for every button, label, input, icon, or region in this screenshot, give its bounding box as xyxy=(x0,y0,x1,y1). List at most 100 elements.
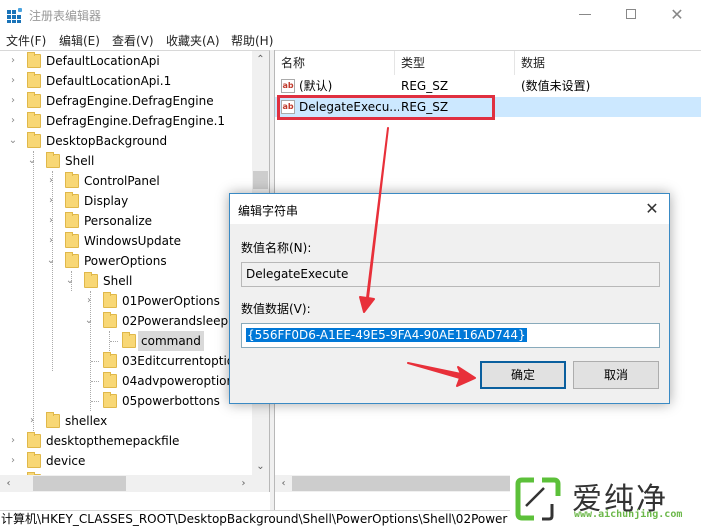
tree-item-label: DesktopBackground xyxy=(46,134,168,148)
tree-item[interactable]: › 01PowerOptions xyxy=(0,291,250,311)
menu-file[interactable]: 文件(F) xyxy=(6,32,46,49)
folder-icon xyxy=(65,252,79,268)
column-header-name[interactable]: 名称 xyxy=(275,51,395,75)
folder-icon xyxy=(103,312,117,328)
cancel-button[interactable]: 取消 xyxy=(573,361,659,389)
tree-item-label: DefaultLocationApi.1 xyxy=(46,74,172,88)
column-header-data[interactable]: 数据 xyxy=(515,51,701,75)
string-value-icon: ab xyxy=(281,79,295,93)
tree-item[interactable]: › ControlPanel xyxy=(0,171,250,191)
value-data-label: 数值数据(V): xyxy=(241,302,311,316)
chevron-down-icon[interactable]: ⌄ xyxy=(84,311,94,331)
chevron-right-icon[interactable]: › xyxy=(46,231,56,251)
chevron-right-icon[interactable]: › xyxy=(8,431,18,451)
folder-icon xyxy=(27,72,41,88)
registry-editor-icon xyxy=(7,8,22,23)
tree-item-label: 03Editcurrentoptio xyxy=(122,354,235,368)
tree-item[interactable]: › DefaultLocationApi xyxy=(0,51,250,71)
tree-item[interactable]: ⌄ PowerOptions xyxy=(0,251,250,271)
tree-item[interactable]: › Personalize xyxy=(0,211,250,231)
tree-item[interactable]: ⌄ DesktopBackground xyxy=(0,131,250,151)
tree-item[interactable]: 05powerbottons xyxy=(0,391,250,411)
menu-edit[interactable]: 编辑(E) xyxy=(59,32,100,49)
scroll-left-icon[interactable]: ‹ xyxy=(275,475,292,492)
chevron-right-icon[interactable]: › xyxy=(8,71,18,91)
chevron-right-icon[interactable]: › xyxy=(46,171,56,191)
tree-item[interactable]: › Display xyxy=(0,191,250,211)
value-type: REG_SZ xyxy=(401,79,449,93)
dialog-title-bar: 编辑字符串 ✕ xyxy=(230,194,669,224)
chevron-right-icon[interactable]: › xyxy=(46,211,56,231)
folder-icon xyxy=(65,232,79,248)
tree-item[interactable]: ⌄ Shell xyxy=(0,151,250,171)
tree-item-label: Shell xyxy=(103,274,133,288)
maximize-icon xyxy=(626,9,636,19)
menu-favorites[interactable]: 收藏夹(A) xyxy=(166,32,220,49)
tree-item-selected[interactable]: command xyxy=(0,331,250,351)
list-header: 名称 类型 数据 xyxy=(275,51,701,75)
list-row[interactable]: ab (默认) REG_SZ (数值未设置) xyxy=(275,76,701,96)
close-button[interactable]: ✕ xyxy=(654,0,700,30)
tree-item[interactable]: 03Editcurrentoptio xyxy=(0,351,250,371)
tree-item-label: Display xyxy=(84,194,129,208)
tree-item[interactable]: › DefragEngine.DefragEngine xyxy=(0,91,250,111)
tree-item[interactable]: › shellex xyxy=(0,411,250,431)
ok-button[interactable]: 确定 xyxy=(480,361,566,389)
menu-help[interactable]: 帮助(H) xyxy=(231,32,273,49)
tree-horizontal-scroll-thumb[interactable] xyxy=(33,476,126,491)
annotation-highlight-box xyxy=(277,95,495,120)
folder-icon xyxy=(103,372,117,388)
tree-item[interactable]: › DefaultLocationApi.1 xyxy=(0,71,250,91)
maximize-button[interactable] xyxy=(608,0,654,30)
column-header-type[interactable]: 类型 xyxy=(395,51,515,75)
scroll-down-icon[interactable]: ⌄ xyxy=(252,458,269,475)
tree-item[interactable]: ⌄ 02Powerandsleep xyxy=(0,311,250,331)
dialog-close-button[interactable]: ✕ xyxy=(641,198,663,220)
folder-icon xyxy=(122,332,136,348)
folder-icon xyxy=(27,52,41,68)
tree-vertical-scroll-thumb[interactable] xyxy=(253,171,268,189)
scroll-up-icon[interactable]: ⌃ xyxy=(252,51,269,68)
tree-item[interactable]: › WindowsUpdate xyxy=(0,231,250,251)
dialog-title: 编辑字符串 xyxy=(238,204,299,218)
value-name-label: 数值名称(N): xyxy=(241,241,312,255)
tree-item-label: ControlPanel xyxy=(84,174,160,188)
value-data-selected-text: {556FF0D6-A1EE-49E5-9FA4-90AE116AD744} xyxy=(246,328,527,342)
folder-icon xyxy=(46,152,60,168)
chevron-down-icon[interactable]: ⌄ xyxy=(46,251,56,271)
chevron-right-icon[interactable]: › xyxy=(8,91,18,111)
chevron-down-icon[interactable]: ⌄ xyxy=(65,271,75,291)
scroll-right-icon[interactable]: › xyxy=(235,475,252,492)
folder-icon xyxy=(27,452,41,468)
value-data: (数值未设置) xyxy=(521,79,591,93)
tree-horizontal-scrollbar[interactable]: ‹ › xyxy=(0,475,252,492)
window-title: 注册表编辑器 xyxy=(29,9,102,23)
folder-icon xyxy=(46,412,60,428)
tree-item-label: shellex xyxy=(65,414,108,428)
tree-item-label: device xyxy=(46,454,86,468)
chevron-down-icon[interactable]: ⌄ xyxy=(8,131,18,151)
tree-item-label: WindowsUpdate xyxy=(84,234,182,248)
tree-item[interactable]: › device xyxy=(0,451,250,471)
tree-item-label: 01PowerOptions xyxy=(122,294,220,308)
registry-editor-window: 注册表编辑器 ✕ 文件(F) 编辑(E) 查看(V) 收藏夹(A) 帮助(H) … xyxy=(0,0,701,528)
minimize-button[interactable] xyxy=(562,0,608,30)
tree-item[interactable]: › DefragEngine.DefragEngine.1 xyxy=(0,111,250,131)
folder-icon xyxy=(103,292,117,308)
folder-icon xyxy=(103,352,117,368)
chevron-right-icon[interactable]: › xyxy=(8,111,18,131)
value-name-field[interactable]: DelegateExecute xyxy=(241,262,660,287)
chevron-down-icon[interactable]: ⌄ xyxy=(27,151,37,171)
chevron-right-icon[interactable]: › xyxy=(27,411,37,431)
tree-item-label: desktopthemepackfile xyxy=(46,434,180,448)
chevron-right-icon[interactable]: › xyxy=(8,51,18,71)
scroll-left-icon[interactable]: ‹ xyxy=(0,475,17,492)
tree-item[interactable]: ⌄ Shell xyxy=(0,271,250,291)
value-data-input[interactable]: {556FF0D6-A1EE-49E5-9FA4-90AE116AD744} xyxy=(241,323,660,348)
tree-item[interactable]: 04advpoweroptior xyxy=(0,371,250,391)
tree-item[interactable]: › desktopthemepackfile xyxy=(0,431,250,451)
chevron-right-icon[interactable]: › xyxy=(84,291,94,311)
chevron-right-icon[interactable]: › xyxy=(46,191,56,211)
chevron-right-icon[interactable]: › xyxy=(8,451,18,471)
menu-view[interactable]: 查看(V) xyxy=(112,32,154,49)
